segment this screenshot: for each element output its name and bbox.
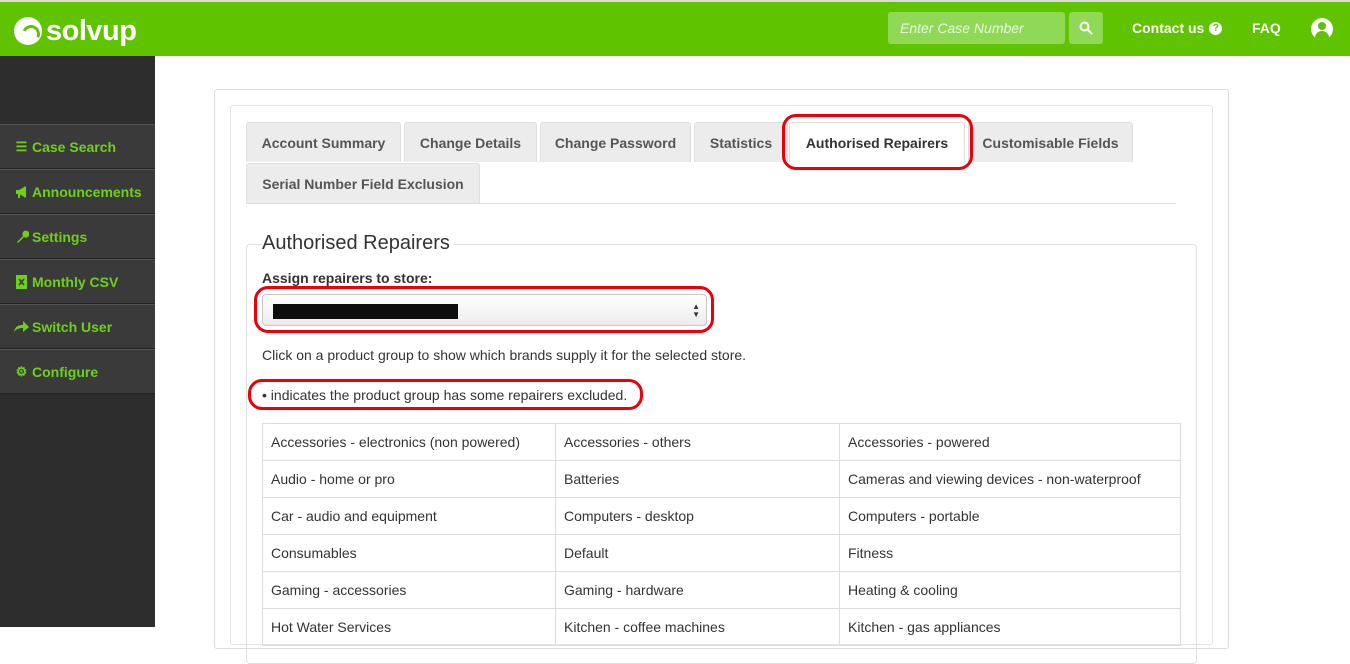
tab-label: Authorised Repairers <box>805 134 949 151</box>
excluded-note: • indicates the product group has some r… <box>262 387 628 403</box>
search-button[interactable] <box>1069 12 1103 44</box>
product-group-cell[interactable]: Accessories - powered <box>839 423 1181 461</box>
gears-icon: ⚙ <box>15 363 28 379</box>
faq-label: FAQ <box>1252 20 1281 36</box>
tab-account-summary[interactable]: Account Summary <box>246 122 401 162</box>
sidebar-item-announcements[interactable]: Announcements <box>0 169 155 214</box>
list-icon: ☰ <box>15 138 28 154</box>
tab-label: Customisable Fields <box>982 134 1119 151</box>
sidebar-item-label: Case Search <box>32 138 117 155</box>
logo-mark-icon <box>14 17 42 45</box>
table-row: Car - audio and equipment Computers - de… <box>262 497 1181 535</box>
product-groups-table: Accessories - electronics (non powered) … <box>262 423 1181 646</box>
product-group-cell[interactable]: Accessories - others <box>555 423 840 461</box>
product-group-cell[interactable]: Computers - portable <box>839 497 1181 535</box>
product-group-cell[interactable]: Audio - home or pro <box>262 460 556 498</box>
table-row: Accessories - electronics (non powered) … <box>262 423 1181 461</box>
product-group-cell[interactable]: Default <box>555 534 840 572</box>
table-row: Consumables Default Fitness <box>262 534 1181 572</box>
contact-us-link[interactable]: Contact us ? <box>1132 20 1223 36</box>
product-group-cell[interactable]: Computers - desktop <box>555 497 840 535</box>
tab-label: Account Summary <box>261 134 386 151</box>
sidebar-item-label: Monthly CSV <box>32 273 119 290</box>
search-icon <box>1079 21 1093 35</box>
tab-serial-number-field-exclusion[interactable]: Serial Number Field Exclusion <box>246 163 480 203</box>
assign-store-label: Assign repairers to store: <box>262 270 433 286</box>
product-group-cell[interactable]: Hot Water Services <box>262 608 556 646</box>
hint-text: Click on a product group to show which b… <box>262 347 747 363</box>
sidebar-item-configure[interactable]: ⚙ Configure <box>0 349 155 394</box>
case-number-input[interactable] <box>888 12 1065 44</box>
contact-us-label: Contact us <box>1132 20 1205 36</box>
question-circle-icon: ? <box>1209 21 1223 35</box>
store-select[interactable]: ▲ ▼ <box>262 294 707 326</box>
product-group-cell[interactable]: Accessories - electronics (non powered) <box>262 423 556 461</box>
faq-link[interactable]: FAQ <box>1252 20 1281 36</box>
tabs-divider <box>246 203 1176 204</box>
user-circle-icon[interactable] <box>1311 18 1333 40</box>
product-group-cell[interactable]: Fitness <box>839 534 1181 572</box>
megaphone-icon <box>14 185 29 198</box>
tab-change-password[interactable]: Change Password <box>540 122 691 162</box>
sidebar-item-label: Switch User <box>32 318 113 335</box>
sidebar-item-settings[interactable]: Settings <box>0 214 155 259</box>
solvup-logo[interactable]: solvup <box>14 14 137 47</box>
product-group-cell[interactable]: Heating & cooling <box>839 571 1181 609</box>
table-row: Audio - home or pro Batteries Cameras an… <box>262 460 1181 498</box>
sidebar-item-monthly-csv[interactable]: Monthly CSV <box>0 259 155 304</box>
tab-label: Statistics <box>709 134 773 151</box>
product-group-cell[interactable]: Kitchen - gas appliances <box>839 608 1181 646</box>
select-arrows-icon: ▲ ▼ <box>692 302 700 319</box>
tab-label: Change Password <box>554 134 677 151</box>
product-group-cell[interactable]: Consumables <box>262 534 556 572</box>
tab-label: Change Details <box>419 134 522 151</box>
table-row: Hot Water Services Kitchen - coffee mach… <box>262 608 1181 646</box>
redacted-store-value <box>273 304 458 319</box>
tab-authorised-repairers[interactable]: Authorised Repairers <box>789 122 965 162</box>
wrench-icon <box>14 230 29 244</box>
product-group-cell[interactable]: Cameras and viewing devices - non-waterp… <box>839 460 1181 498</box>
product-group-cell[interactable]: Gaming - accessories <box>262 571 556 609</box>
tab-label: Serial Number Field Exclusion <box>262 175 464 192</box>
sidebar-item-label: Configure <box>32 363 99 380</box>
sidebar-item-label: Settings <box>32 228 88 245</box>
sidebar-item-label: Announcements <box>32 183 142 200</box>
tab-statistics[interactable]: Statistics <box>694 122 788 162</box>
tab-customisable-fields[interactable]: Customisable Fields <box>968 122 1133 162</box>
excel-file-icon <box>14 274 29 289</box>
sidebar-item-switch-user[interactable]: Switch User <box>0 304 155 349</box>
product-group-cell[interactable]: Car - audio and equipment <box>262 497 556 535</box>
share-arrow-icon <box>14 320 29 333</box>
tab-change-details[interactable]: Change Details <box>404 122 537 162</box>
table-row: Gaming - accessories Gaming - hardware H… <box>262 571 1181 609</box>
logo-text: solvup <box>46 14 137 47</box>
product-group-cell[interactable]: Batteries <box>555 460 840 498</box>
section-title: Authorised Repairers <box>262 232 454 255</box>
sidebar: ☰ Case Search Announcements Settings Mon… <box>0 56 155 627</box>
product-group-cell[interactable]: Gaming - hardware <box>555 571 840 609</box>
sidebar-item-case-search[interactable]: ☰ Case Search <box>0 124 155 169</box>
product-group-cell[interactable]: Kitchen - coffee machines <box>555 608 840 646</box>
top-header: solvup Contact us ? FAQ <box>0 2 1350 56</box>
